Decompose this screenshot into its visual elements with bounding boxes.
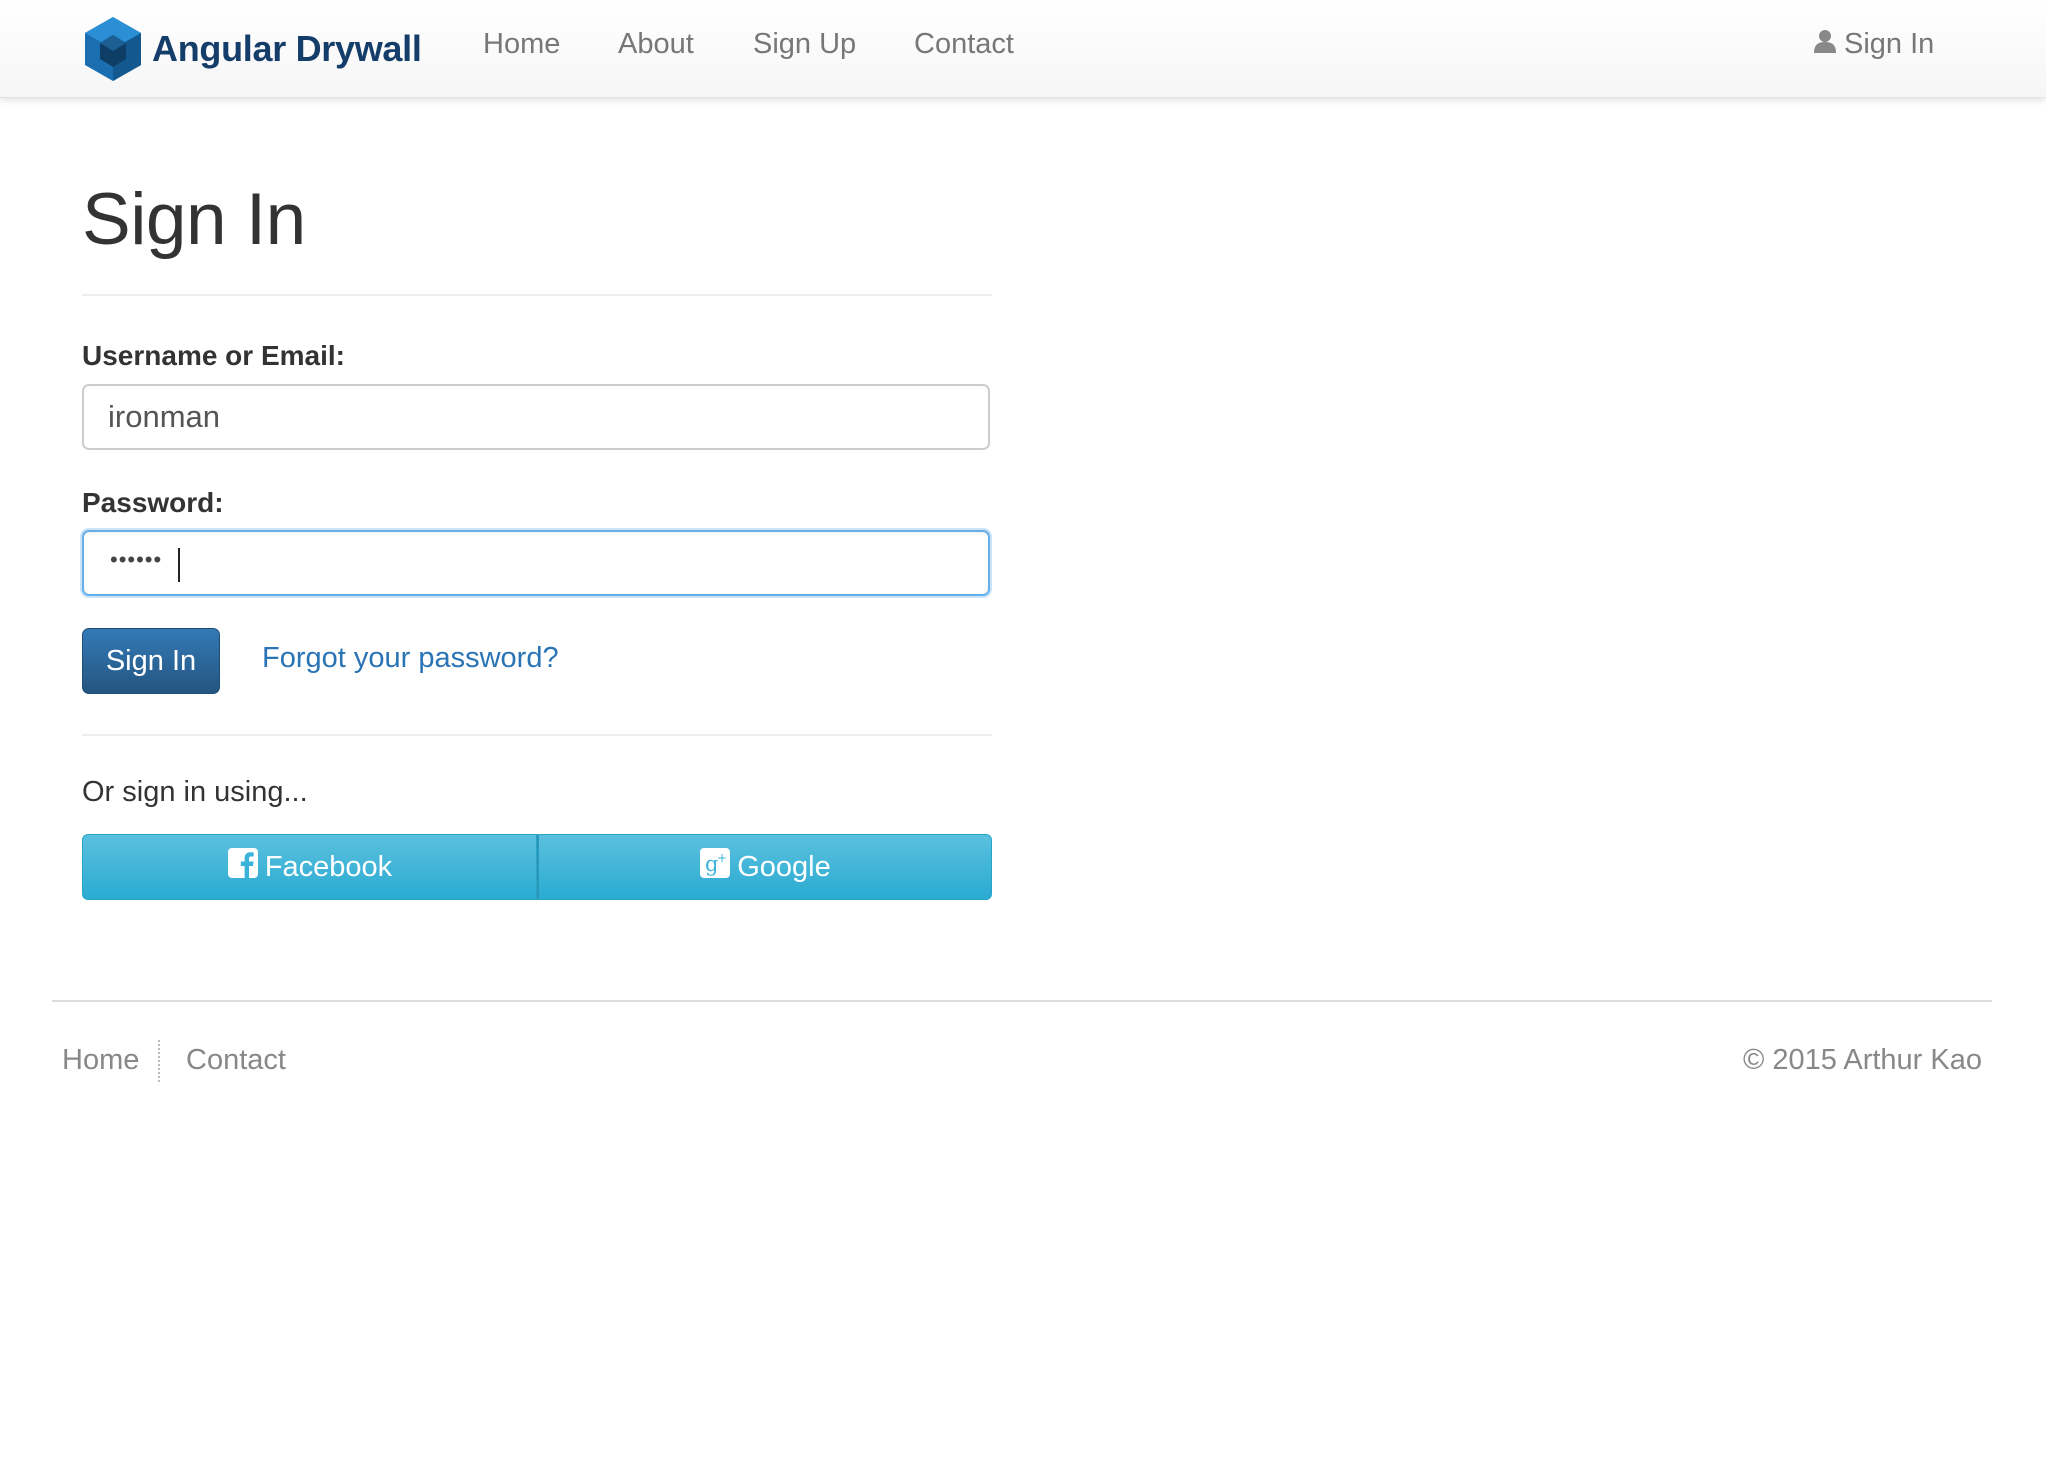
footer-separator (158, 1040, 160, 1082)
brand-link[interactable]: Angular Drywall (84, 17, 422, 81)
nav-sign-in-label: Sign In (1844, 28, 1935, 60)
copyright-text: © 2015 Arthur Kao (1742, 1044, 1982, 1076)
nav-home[interactable]: Home (483, 28, 560, 61)
password-masked-value: •••••• (110, 547, 163, 572)
nav-contact[interactable]: Contact (914, 28, 1014, 61)
text-caret (178, 548, 180, 582)
username-label: Username or Email: (82, 340, 345, 371)
forgot-password-link[interactable]: Forgot your password? (262, 642, 559, 675)
google-plus-icon: g + (699, 847, 737, 887)
svg-text:+: + (717, 851, 727, 865)
top-navbar: Angular Drywall Home About Sign Up Conta… (0, 0, 2046, 98)
brand-name: Angular Drywall (152, 28, 422, 69)
footer-divider (52, 1000, 1992, 1002)
username-input[interactable] (82, 384, 990, 450)
facebook-signin-button[interactable]: Facebook (82, 834, 537, 900)
form-divider (82, 734, 992, 736)
user-icon (1814, 28, 1844, 61)
password-input[interactable]: •••••• (82, 530, 990, 596)
sign-in-button[interactable]: Sign In (82, 628, 220, 694)
footer-home-link[interactable]: Home (62, 1044, 139, 1077)
brand-logo-icon (84, 17, 142, 81)
nav-sign-in[interactable]: Sign In (1814, 28, 1934, 61)
google-signin-button[interactable]: g + Google (537, 834, 992, 900)
password-label: Password: (82, 487, 224, 518)
google-label: Google (737, 850, 831, 883)
facebook-label: Facebook (264, 850, 393, 883)
nav-sign-up[interactable]: Sign Up (753, 28, 856, 61)
title-divider (82, 294, 992, 296)
footer-contact-link[interactable]: Contact (186, 1044, 286, 1077)
page-title: Sign In (82, 179, 306, 260)
nav-about[interactable]: About (618, 28, 694, 61)
facebook-icon (227, 847, 265, 887)
social-signin-intro: Or sign in using... (82, 776, 308, 808)
